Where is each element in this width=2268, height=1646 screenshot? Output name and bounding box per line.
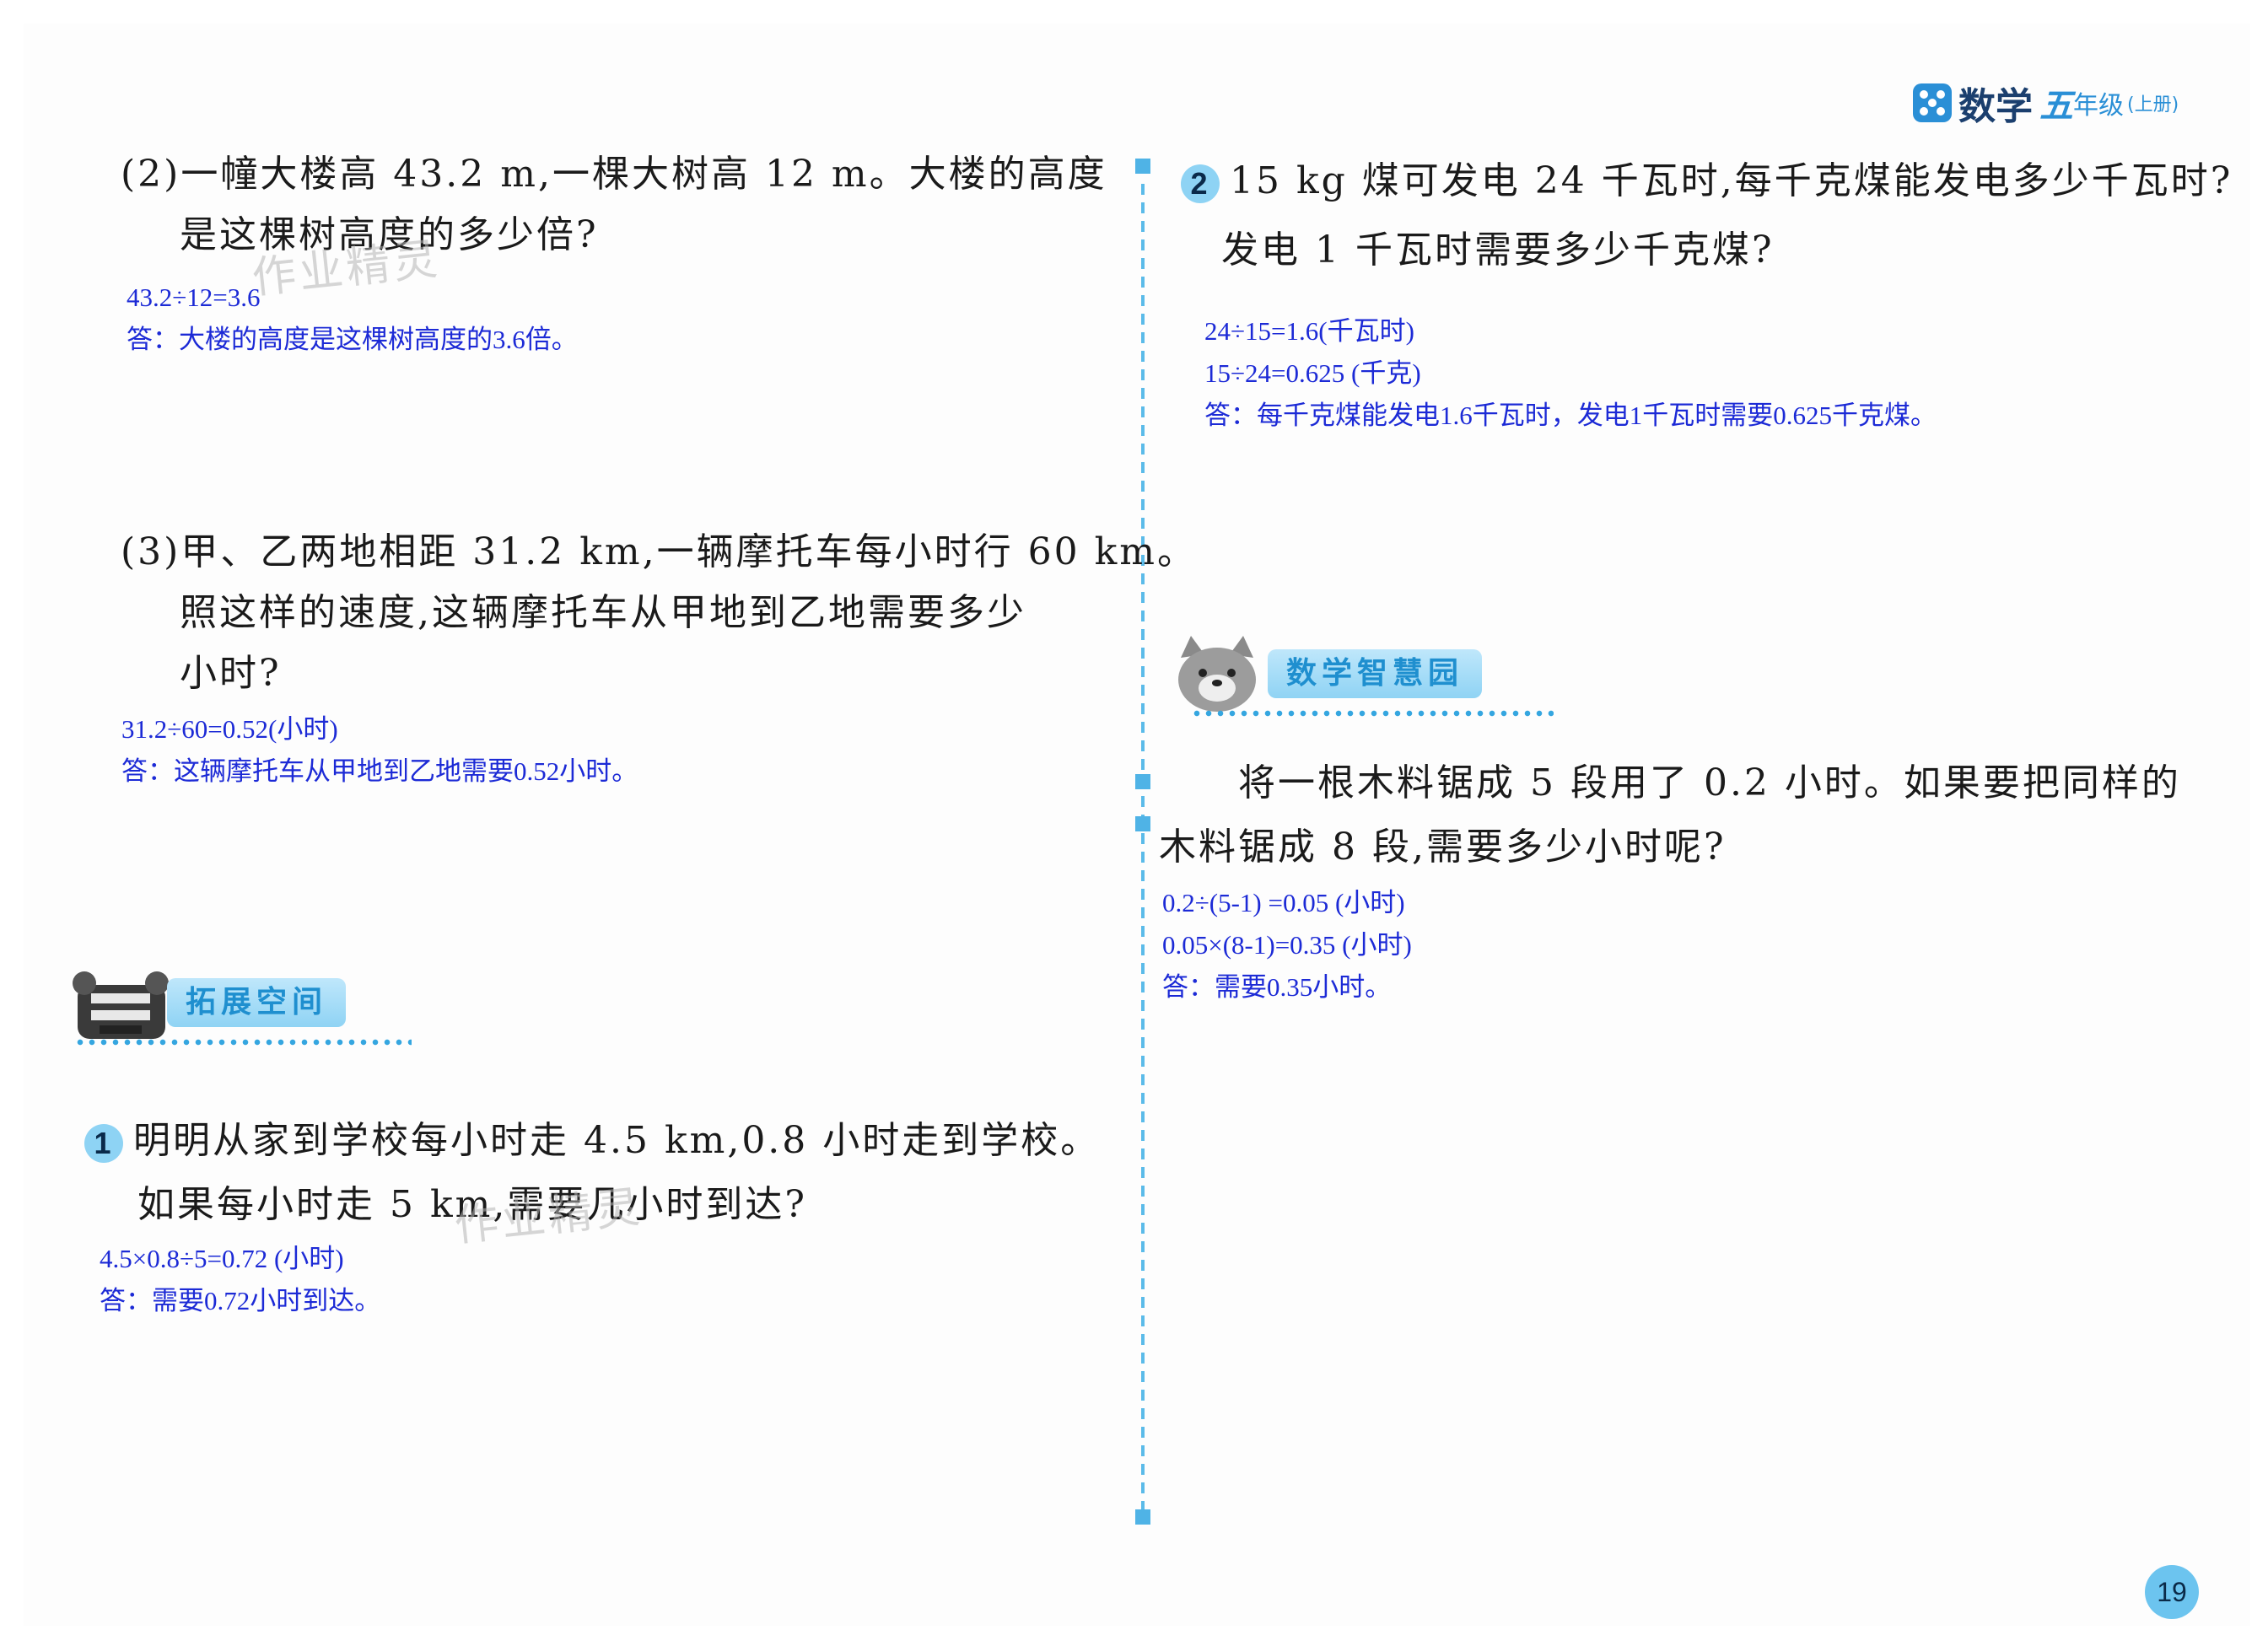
wisdom-line-2: 木料锯成 8 段,需要多少小时呢? (1159, 826, 1727, 869)
section-title-extension: 拓展空间 (167, 978, 347, 1027)
divider-marker-bottom (1135, 1509, 1150, 1525)
exercise-1-answer-text: 答：需要0.72小时到达。 (100, 1286, 381, 1315)
exercise-2-number: 2 (1181, 164, 1220, 203)
banner-dots (74, 1039, 412, 1046)
exercise-2-answer-2: 15÷24=0.625 (千克) (1204, 358, 1421, 388)
question-3-line-3: 小时? (180, 652, 282, 695)
divider-marker-top (1135, 159, 1150, 174)
question-2-line-1: (2)一幢大楼高 43.2 m,一棵大树高 12 m。大楼的高度 (121, 153, 1107, 196)
wisdom-answer-1: 0.2÷(5-1) =0.05 (小时) (1162, 888, 1405, 917)
exercise-2-answer-1: 24÷15=1.6(千瓦时) (1204, 316, 1414, 346)
banner-dots-2 (1191, 710, 1554, 717)
bear-mascot-icon (73, 971, 169, 1039)
section-banner-extension: 拓展空间 (66, 961, 428, 1046)
exercise-1-answer-calc: 4.5×0.8÷5=0.72 (小时) (100, 1244, 344, 1273)
section-title-wisdom: 数学智慧园 (1268, 649, 1483, 698)
page-number: 19 (2145, 1565, 2199, 1619)
cat-mascot-icon (1178, 636, 1256, 712)
answer-3-calc: 31.2÷60=0.52(小时) (121, 714, 338, 744)
answer-2-calc: 43.2÷12=3.6 (127, 282, 261, 312)
book-title-logo: 数学 五 年级 (上册) (1913, 78, 2179, 128)
wisdom-line-1: 将一根木料锯成 5 段用了 0.2 小时。如果要把同样的 (1238, 761, 2181, 804)
exercise-1-text: 明明从家到学校每小时走 4.5 km,0.8 小时走到学校。 (133, 1119, 1101, 1162)
exercise-2-line-1: 2 15 kg 煤可发电 24 千瓦时,每千克煤能发电多少千瓦时? (1181, 150, 2233, 212)
answer-3-text: 答：这辆摩托车从甲地到乙地需要0.52小时。 (121, 756, 638, 786)
exercise-2-answer-3: 答：每千克煤能发电1.6千瓦时，发电1千瓦时需要0.625千克煤。 (1204, 401, 1937, 430)
grade-label: 五 (2039, 86, 2073, 126)
exercise-2-text: 15 kg 煤可发电 24 千瓦时,每千克煤能发电多少千瓦时? (1230, 159, 2233, 202)
worksheet-page: 数学 五 年级 (上册) (2)一幢大楼高 43.2 m,一棵大树高 12 m。… (24, 24, 2250, 1626)
exercise-2-line-2: 发电 1 千瓦时需要多少千克煤? (1221, 229, 1775, 272)
wisdom-answer-2: 0.05×(8-1)=0.35 (小时) (1162, 930, 1412, 960)
section-banner-wisdom: 数学智慧园 (1171, 632, 1567, 717)
question-3-line-2: 照这样的速度,这辆摩托车从甲地到乙地需要多少 (180, 591, 1026, 634)
volume-label: (上册) (2127, 94, 2179, 116)
column-divider (1141, 184, 1145, 1525)
exercise-1-number: 1 (84, 1123, 123, 1163)
answer-2-text: 答：大楼的高度是这棵树高度的3.6倍。 (127, 325, 578, 354)
divider-marker-mid2 (1135, 816, 1150, 831)
grade-suffix: 年级 (2073, 91, 2124, 121)
subject-label: 数学 (1958, 85, 2033, 128)
wisdom-answer-3: 答：需要0.35小时。 (1162, 972, 1392, 1002)
question-3-line-1: (3)甲、乙两地相距 31.2 km,一辆摩托车每小时行 60 km。 (121, 530, 1197, 573)
dice-icon (1913, 83, 1952, 122)
divider-marker-mid1 (1135, 774, 1150, 789)
exercise-1-line-1: 1 明明从家到学校每小时走 4.5 km,0.8 小时走到学校。 (84, 1110, 1100, 1172)
